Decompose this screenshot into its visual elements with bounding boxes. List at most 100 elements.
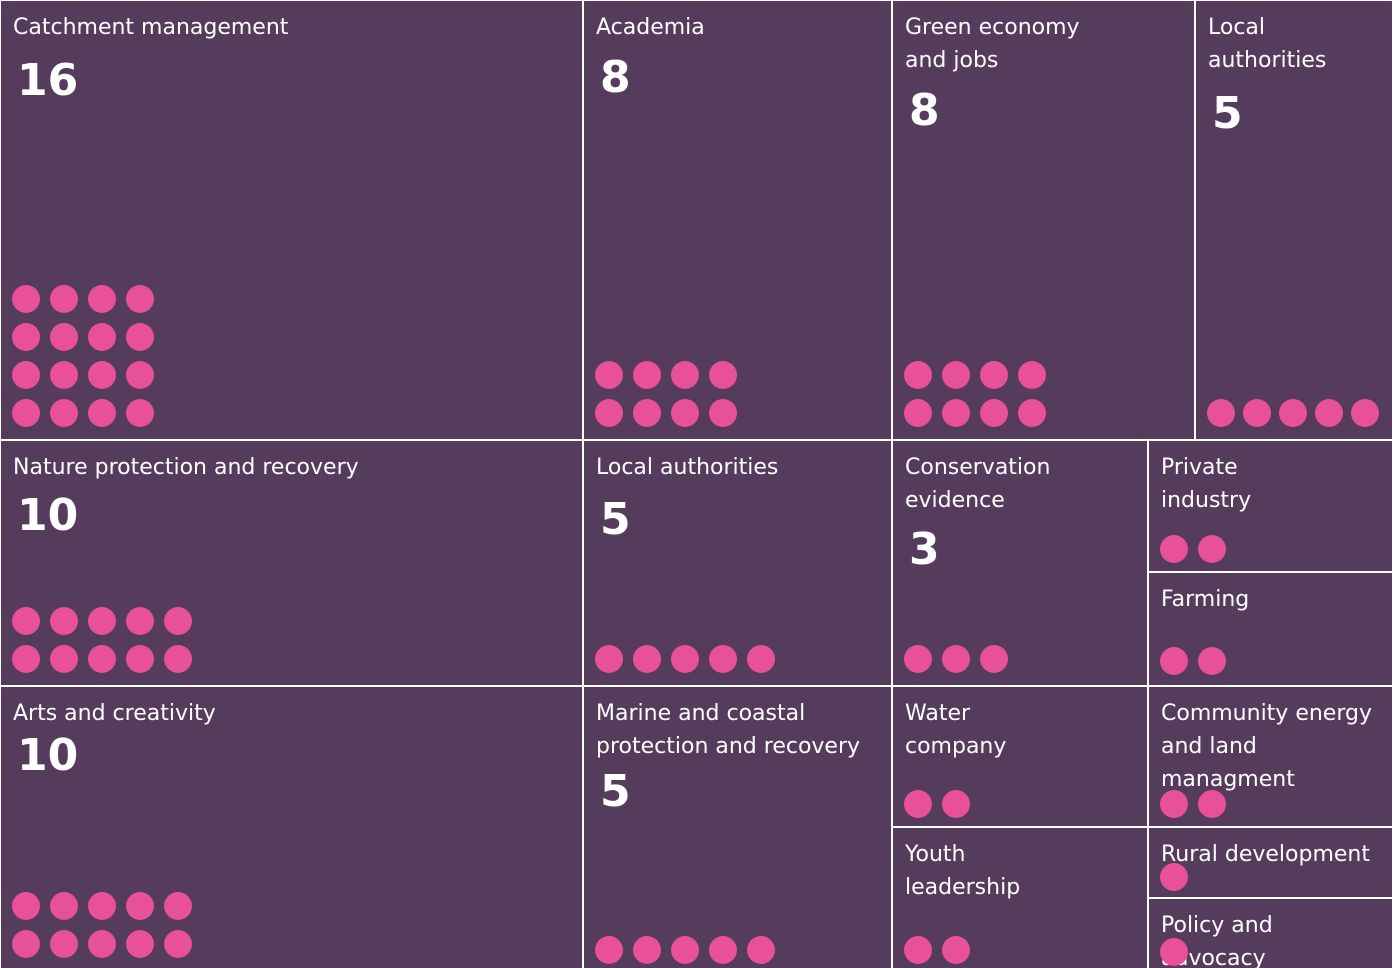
count-dot xyxy=(1198,790,1226,818)
tile-community-energy: Community energy and land managment xyxy=(1149,687,1392,826)
count-dot xyxy=(747,645,775,673)
tile-label: Policy and advocacy xyxy=(1161,913,1273,968)
tile-label: Catchment management xyxy=(13,15,289,40)
count-dot xyxy=(88,607,116,635)
count-dot xyxy=(164,892,192,920)
count-dot xyxy=(942,645,970,673)
count-dot xyxy=(88,361,116,389)
count-dot xyxy=(1160,863,1188,891)
count-dot xyxy=(633,645,661,673)
tile-catchment-management: Catchment management 16 xyxy=(1,1,582,439)
tile-label: Farming xyxy=(1161,587,1250,612)
tile-value: 5 xyxy=(600,494,631,545)
count-dot xyxy=(1207,399,1235,427)
tile-farming: Farming xyxy=(1149,573,1392,685)
tile-value: 5 xyxy=(600,766,631,817)
count-dot xyxy=(980,399,1008,427)
count-dot xyxy=(671,936,699,964)
tile-label: Local authorities xyxy=(596,455,779,480)
count-dot xyxy=(126,285,154,313)
count-dot xyxy=(50,645,78,673)
count-dot xyxy=(50,361,78,389)
count-dot xyxy=(12,399,40,427)
count-dot xyxy=(1160,790,1188,818)
count-dot xyxy=(12,645,40,673)
count-dot xyxy=(12,361,40,389)
count-dot xyxy=(50,399,78,427)
tile-value: 8 xyxy=(909,85,940,136)
tile-label: Arts and creativity xyxy=(13,701,216,726)
count-dot xyxy=(671,645,699,673)
count-dot xyxy=(126,361,154,389)
count-dot xyxy=(980,361,1008,389)
count-dot xyxy=(671,361,699,389)
tile-marine-coastal: Marine and coastal protection and recove… xyxy=(584,687,891,968)
count-dot xyxy=(904,936,932,964)
count-dot xyxy=(980,645,1008,673)
count-dot xyxy=(595,361,623,389)
count-dot xyxy=(1315,399,1343,427)
tile-value: 8 xyxy=(600,52,631,103)
count-dot xyxy=(904,790,932,818)
tile-label: Local authorities xyxy=(1208,15,1327,73)
tile-conservation-evidence: Conservation evidence 3 xyxy=(893,441,1147,685)
count-dot xyxy=(164,645,192,673)
tile-label: Green economy and jobs xyxy=(905,15,1080,73)
count-dot xyxy=(942,936,970,964)
tile-local-authorities-top: Local authorities 5 xyxy=(1196,1,1392,439)
count-dot xyxy=(595,399,623,427)
count-dot xyxy=(88,892,116,920)
count-dot xyxy=(50,285,78,313)
tile-value: 3 xyxy=(909,524,940,575)
tile-water-company: Water company xyxy=(893,687,1147,826)
count-dot xyxy=(1018,361,1046,389)
tile-value: 5 xyxy=(1212,88,1243,139)
tile-label: Youth leadership xyxy=(905,842,1021,900)
count-dot xyxy=(126,323,154,351)
count-dot xyxy=(709,361,737,389)
count-dot xyxy=(50,892,78,920)
count-dot xyxy=(88,285,116,313)
tile-private-industry: Private industry xyxy=(1149,441,1392,571)
count-dot xyxy=(904,361,932,389)
count-dot xyxy=(595,936,623,964)
count-dot xyxy=(50,607,78,635)
count-dot xyxy=(12,892,40,920)
count-dot xyxy=(942,399,970,427)
count-dot xyxy=(88,930,116,958)
tile-label: Nature protection and recovery xyxy=(13,455,359,480)
count-dot xyxy=(12,607,40,635)
tile-academia: Academia 8 xyxy=(584,1,891,439)
count-dot xyxy=(126,399,154,427)
count-dot xyxy=(12,930,40,958)
tile-value: 10 xyxy=(17,490,79,541)
count-dot xyxy=(12,323,40,351)
tile-label: Marine and coastal protection and recove… xyxy=(596,701,861,759)
tile-label: Private industry xyxy=(1161,455,1252,513)
count-dot xyxy=(1351,399,1379,427)
tile-label: Water company xyxy=(905,701,1007,759)
count-dot xyxy=(126,607,154,635)
count-dot xyxy=(904,399,932,427)
count-dot xyxy=(1243,399,1271,427)
count-dot xyxy=(88,399,116,427)
count-dot xyxy=(88,323,116,351)
count-dot xyxy=(1198,535,1226,563)
tile-label: Rural development xyxy=(1161,842,1370,867)
count-dot xyxy=(633,361,661,389)
count-dot xyxy=(633,936,661,964)
count-dot xyxy=(747,936,775,964)
count-dot xyxy=(126,645,154,673)
count-dot xyxy=(88,645,116,673)
tile-youth-leadership: Youth leadership xyxy=(893,828,1147,968)
tile-label: Academia xyxy=(596,15,705,40)
tile-nature-protection: Nature protection and recovery 10 xyxy=(1,441,582,685)
tile-policy-advocacy: Policy and advocacy xyxy=(1149,899,1392,968)
count-dot xyxy=(50,930,78,958)
tile-rural-development: Rural development xyxy=(1149,828,1392,897)
count-dot xyxy=(904,645,932,673)
count-dot xyxy=(1160,938,1188,966)
count-dot xyxy=(164,930,192,958)
count-dot xyxy=(126,892,154,920)
count-dot xyxy=(633,399,661,427)
